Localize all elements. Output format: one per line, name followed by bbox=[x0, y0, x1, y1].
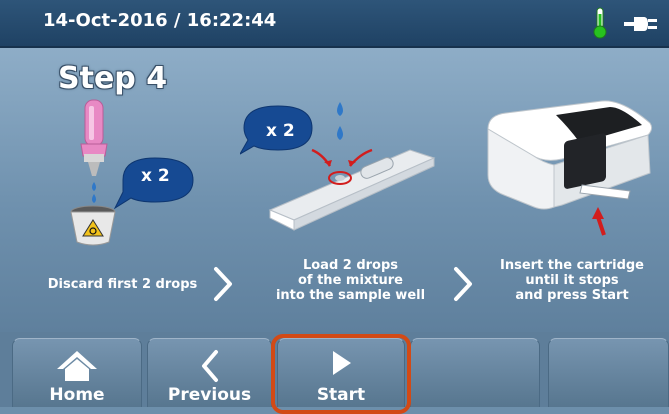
home-icon bbox=[57, 351, 97, 381]
chevron-right-icon bbox=[454, 267, 472, 301]
home-button-label: Home bbox=[49, 385, 105, 405]
datetime-display: 14-Oct-2016 / 16:22:44 bbox=[43, 10, 277, 31]
drops-count-bubble-1: x 2 bbox=[141, 166, 170, 186]
start-button-highlight bbox=[271, 334, 411, 414]
step-title: Step 4 bbox=[58, 61, 168, 96]
load-cartridge-illustration bbox=[240, 102, 436, 231]
step-caption-discard: Discard first 2 drops bbox=[47, 277, 198, 292]
home-button[interactable]: Home bbox=[12, 338, 142, 407]
drops-count-bubble-2: x 2 bbox=[266, 121, 295, 141]
discard-drops-illustration bbox=[70, 99, 194, 246]
previous-button-label: Previous bbox=[167, 385, 252, 405]
chevron-left-icon bbox=[201, 350, 218, 382]
previous-button[interactable]: Previous bbox=[147, 338, 272, 407]
thermometer-icon bbox=[593, 7, 607, 39]
empty-nav-slot bbox=[410, 338, 540, 407]
step-caption-insert: Insert the cartridge until it stops and … bbox=[499, 258, 644, 303]
insert-cartridge-illustration bbox=[487, 100, 653, 236]
device-screen: 14-Oct-2016 / 16:22:44 Step 4 x 2 x 2 Di… bbox=[0, 0, 669, 414]
empty-nav-slot bbox=[548, 338, 669, 407]
chevron-right-icon bbox=[214, 267, 232, 301]
power-plug-icon bbox=[624, 17, 657, 31]
step-caption-load: Load 2 drops of the mixture into the sam… bbox=[275, 258, 426, 303]
status-header: 14-Oct-2016 / 16:22:44 bbox=[0, 0, 669, 48]
